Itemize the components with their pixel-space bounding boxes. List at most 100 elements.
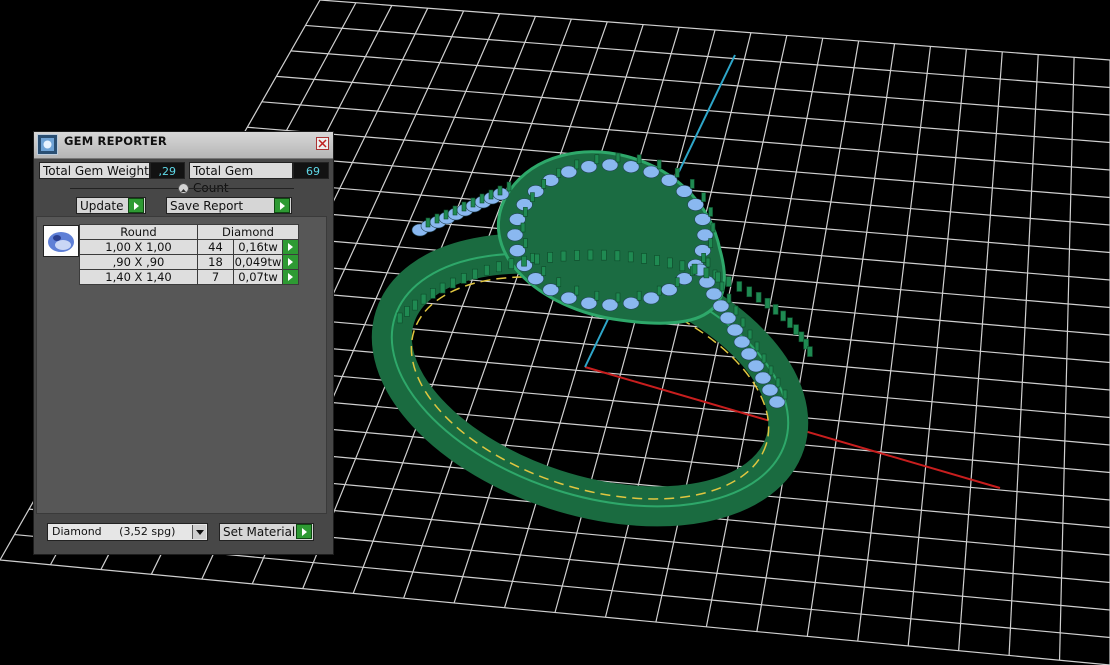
prong-mesh [412, 299, 418, 311]
gem-thumbnail[interactable] [43, 225, 79, 257]
table-row[interactable]: ,90 X ,90 18 0,049tw [79, 254, 299, 270]
prong-mesh [443, 209, 449, 220]
prong-mesh [656, 159, 662, 170]
prong-mesh [496, 261, 502, 273]
prong-mesh [614, 250, 621, 262]
material-dropdown[interactable]: Diamond (3,52 spg) [47, 523, 208, 541]
gem-mesh [601, 298, 619, 312]
chevron-up-icon [181, 189, 186, 192]
gem-mesh [712, 299, 730, 313]
table-row[interactable]: 1,40 X 1,40 7 0,07tw [79, 269, 299, 285]
gem-mesh [580, 296, 598, 310]
select-row-button[interactable] [282, 269, 299, 285]
prong-mesh [708, 238, 713, 248]
total-gem-weight-label: Total Gem Weight [39, 162, 150, 179]
prong-mesh [710, 222, 716, 233]
prong-mesh [701, 192, 706, 202]
prong-mesh [636, 154, 642, 165]
play-arrow-icon [296, 524, 312, 539]
prong-mesh [460, 273, 467, 284]
gem-mesh [642, 165, 660, 179]
prong-mesh [705, 257, 711, 268]
gem-mesh [580, 160, 598, 174]
gem-reporter-app-icon [37, 134, 58, 155]
prong-mesh [615, 152, 621, 163]
gem-mesh [747, 359, 765, 373]
gem-table: Round Diamond 1,00 X 1,00 44 0,16tw ,90 … [79, 224, 299, 285]
gem-mesh [506, 228, 524, 242]
prong-mesh [497, 185, 503, 196]
prong-mesh [719, 281, 725, 292]
prong-mesh [452, 205, 458, 216]
prong-mesh [434, 213, 440, 224]
gem-mesh [705, 287, 723, 301]
grid-line [857, 46, 932, 642]
prong-mesh [746, 286, 753, 298]
table-row[interactable]: 1,00 X 1,00 44 0,16tw [79, 239, 299, 255]
prong-mesh [656, 285, 662, 296]
prong-mesh [726, 276, 732, 287]
prong-mesh [768, 365, 774, 376]
gem-mesh [560, 291, 578, 305]
prong-mesh [488, 189, 494, 200]
gem-weight-cell: 0,049tw [233, 254, 283, 270]
grid-line [907, 49, 967, 646]
save-report-button-label: Save Report [170, 199, 244, 213]
prong-mesh [574, 285, 580, 296]
gem-mesh [642, 291, 660, 305]
gem-mesh [509, 244, 526, 257]
prong-mesh [506, 181, 512, 192]
prong-mesh [479, 193, 485, 204]
prong-mesh [689, 179, 695, 189]
gem-mesh [622, 160, 640, 174]
prong-mesh [772, 304, 779, 315]
prong-mesh [420, 293, 427, 305]
gem-weight-cell: 0,16tw [233, 239, 283, 255]
prong-mesh [547, 252, 553, 263]
prong-mesh [574, 250, 580, 261]
prong-mesh [755, 292, 762, 303]
grid-line [958, 51, 1003, 651]
prong-mesh [601, 249, 607, 261]
prong-mesh [541, 179, 547, 189]
gem-mesh [675, 185, 693, 198]
prong-mesh [627, 251, 634, 263]
prong-mesh [530, 192, 535, 202]
select-row-button[interactable] [282, 254, 299, 270]
update-button[interactable]: Update [76, 197, 146, 214]
prong-mesh [594, 154, 600, 165]
prong-mesh [733, 305, 739, 316]
gem-mesh [726, 323, 744, 337]
prong-mesh [701, 253, 706, 263]
prong-mesh [530, 253, 535, 263]
select-row-button[interactable] [282, 239, 299, 255]
collapse-toggle[interactable] [178, 183, 189, 194]
prong-mesh [793, 324, 799, 335]
total-gem-count-value: 69 [293, 162, 329, 179]
panel-titlebar[interactable]: GEM REPORTER [34, 132, 333, 159]
gem-mesh [761, 383, 779, 397]
prong-mesh [715, 271, 721, 283]
prong-mesh [523, 238, 528, 248]
gem-mesh [527, 272, 545, 285]
close-button[interactable] [316, 137, 329, 150]
prong-mesh [521, 255, 527, 267]
gem-mesh [694, 213, 711, 226]
prong-mesh [764, 297, 771, 309]
prong-mesh [654, 255, 660, 266]
gem-mesh [733, 335, 751, 349]
set-material-button-label: Set Material [223, 525, 296, 539]
save-report-button[interactable]: Save Report [166, 197, 292, 214]
prong-mesh [754, 341, 760, 352]
chevron-down-icon[interactable] [192, 525, 206, 539]
prong-mesh [747, 329, 753, 340]
prong-mesh [396, 312, 403, 324]
prong-mesh [450, 277, 456, 289]
prong-mesh [787, 317, 793, 328]
grid-line [1008, 54, 1039, 656]
prong-mesh [636, 290, 642, 301]
update-button-label: Update [80, 199, 124, 213]
set-material-button[interactable]: Set Material [219, 523, 314, 541]
gem-reporter-panel: GEM REPORTER Total Gem Weight ,29 Total … [33, 131, 334, 555]
gem-mesh [660, 283, 678, 297]
